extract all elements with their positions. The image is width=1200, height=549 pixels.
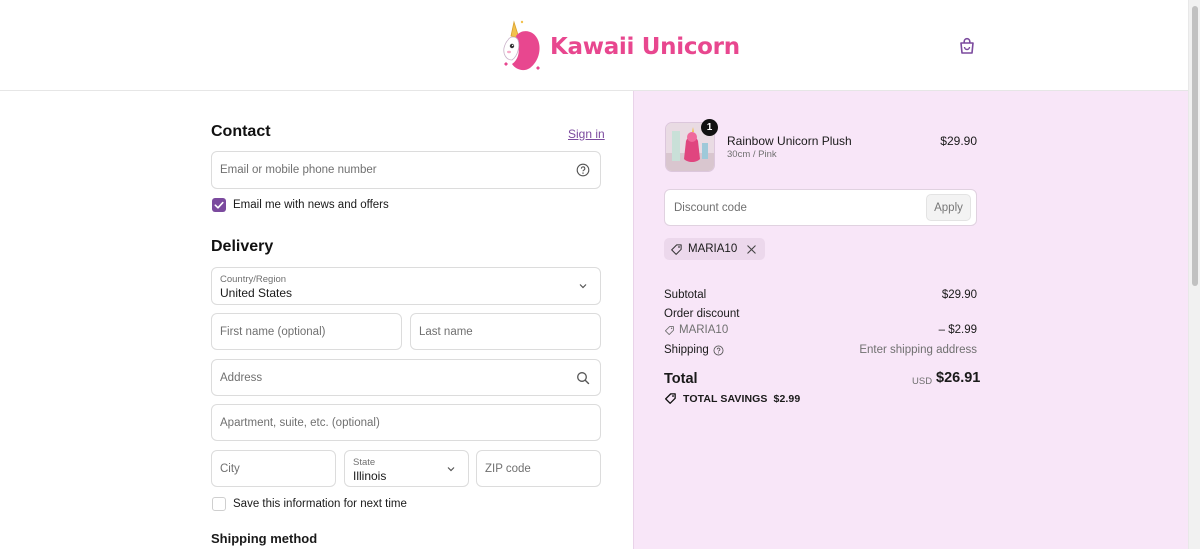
total-savings: TOTAL SAVINGS $2.99 [664,392,800,405]
site-header: Kawaii Unicorn [0,0,1188,91]
applied-code: MARIA10 [688,243,738,255]
newsletter-checkbox[interactable] [212,198,226,212]
tag-icon [665,393,676,404]
contact-title: Contact [211,123,271,140]
shipping-method-title: Shipping method [211,531,318,546]
save-info-label: Save this information for next time [233,498,407,510]
state-select[interactable]: State Illinois [344,450,469,487]
delivery-title: Delivery [211,238,274,255]
scrollbar-thumb[interactable] [1192,6,1198,286]
order-discount-code: MARIA10 [679,324,729,336]
tag-icon [664,325,674,335]
total-label: Total [664,371,698,387]
state-value: Illinois [353,469,387,483]
search-icon [577,371,590,384]
product-name: Rainbow Unicorn Plush [727,134,852,148]
save-info-checkbox[interactable] [212,497,226,511]
city-field[interactable]: City [211,450,336,487]
checkmark-icon [214,201,224,209]
page-scrollbar[interactable] [1188,0,1200,549]
first-name-placeholder: First name (optional) [220,325,326,338]
apartment-field[interactable]: Apartment, suite, etc. (optional) [211,404,601,441]
zip-placeholder: ZIP code [485,462,531,475]
first-name-field[interactable]: First name (optional) [211,313,402,350]
city-placeholder: City [220,462,240,475]
product-price: $29.90 [940,134,977,148]
product-variant: 30cm / Pink [727,149,777,160]
shipping-label: Shipping [664,344,709,356]
question-circle-icon[interactable] [576,163,590,177]
newsletter-label: Email me with news and offers [233,199,389,211]
total-currency: USD [912,376,933,387]
order-discount-code-row: MARIA10 [664,324,728,336]
unicorn-logo-icon [503,20,540,71]
brand-name: Kawaii Unicorn [550,34,740,60]
sign-in-link[interactable]: Sign in [568,127,605,141]
zip-field[interactable]: ZIP code [476,450,601,487]
quantity-badge: 1 [701,119,718,136]
applied-discount-chip: MARIA10 [664,238,766,260]
tag-icon [671,243,682,255]
order-summary-panel [633,91,1188,549]
state-label: State [353,457,376,468]
subtotal-value: $29.90 [941,289,977,301]
country-select[interactable]: Country/Region United States [211,267,601,305]
close-icon[interactable] [746,244,757,255]
savings-label: TOTAL SAVINGS [683,392,768,405]
chevron-down-icon [447,466,455,471]
email-placeholder: Email or mobile phone number [220,164,377,176]
address-placeholder: Address [220,371,263,384]
apartment-placeholder: Apartment, suite, etc. (optional) [220,416,380,429]
email-field[interactable]: Email or mobile phone number [211,151,601,189]
shipping-value: Enter shipping address [859,344,977,356]
chevron-down-icon [579,284,587,289]
question-circle-icon[interactable] [713,345,724,356]
subtotal-label: Subtotal [664,289,707,301]
country-value: United States [220,286,293,300]
savings-value: $2.99 [773,392,801,405]
country-label: Country/Region [220,274,287,285]
shopping-bag-icon[interactable] [957,36,977,56]
apply-discount-button[interactable]: Apply [926,194,971,221]
last-name-field[interactable]: Last name [410,313,601,350]
address-field[interactable]: Address [211,359,601,396]
shipping-row-label: Shipping [664,344,724,356]
discount-placeholder: Discount code [674,201,747,214]
order-discount-label: Order discount [664,308,740,320]
last-name-placeholder: Last name [419,325,473,338]
total-value: $26.91 [936,370,981,386]
order-discount-value: – $2.99 [938,324,977,336]
brand-logo[interactable]: Kawaii Unicorn [500,16,740,76]
